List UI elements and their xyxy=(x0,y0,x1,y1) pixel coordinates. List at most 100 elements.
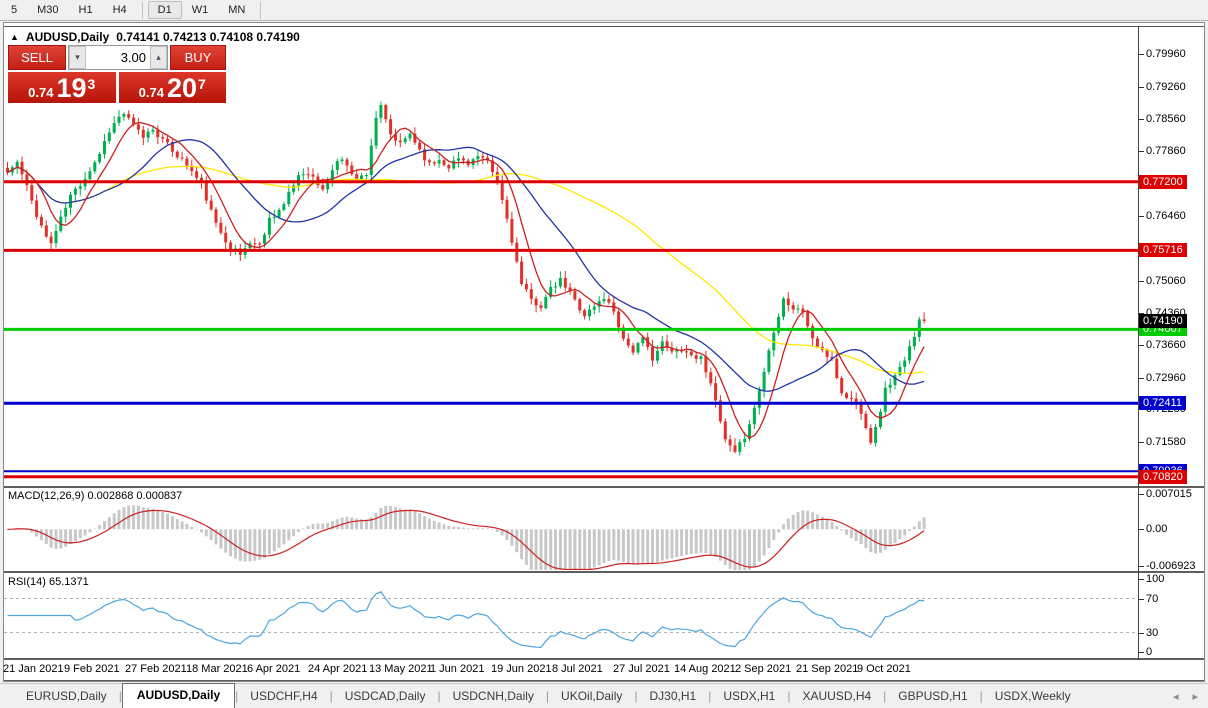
price-tick-0.71580: 0.71580 xyxy=(1146,436,1186,448)
chart-tab-usdx-weekly[interactable]: USDX,Weekly xyxy=(983,685,1083,708)
axis-tick-mark xyxy=(1139,442,1144,443)
buy-button[interactable]: BUY xyxy=(170,45,226,70)
timeframe-button-d1[interactable]: D1 xyxy=(148,1,182,19)
window-bottom-border xyxy=(4,680,1204,681)
chart-tab-usdx-h1[interactable]: USDX,H1 xyxy=(711,685,787,708)
timeframe-button-h1[interactable]: H1 xyxy=(69,1,103,19)
price-tick-0.73660: 0.73660 xyxy=(1146,339,1186,351)
toolbar-separator xyxy=(142,2,143,19)
date-label-9-oct-2021: 9 Oct 2021 xyxy=(857,663,911,675)
date-label-27-jul-2021: 27 Jul 2021 xyxy=(613,663,670,675)
chart-tab-usdchf-h4[interactable]: USDCHF,H4 xyxy=(238,685,329,708)
chart-tab-usdcad-daily[interactable]: USDCAD,Daily xyxy=(333,685,438,708)
level-price-label-0.75716: 0.75716 xyxy=(1139,243,1187,257)
buy-price-display[interactable]: 0.74207 xyxy=(119,72,227,103)
level-price-label-0.72411: 0.72411 xyxy=(1139,396,1186,410)
sell-price-sup: 3 xyxy=(88,76,96,92)
axis-tick-mark xyxy=(1139,119,1144,120)
chart-title: ▲ AUDUSD,Daily 0.74141 0.74213 0.74108 0… xyxy=(10,30,300,44)
chart-tab-gbpusd-h1[interactable]: GBPUSD,H1 xyxy=(886,685,979,708)
chart-tab-audusd-daily[interactable]: AUDUSD,Daily xyxy=(122,683,235,708)
date-label-21-jan-2021: 21 Jan 2021 xyxy=(3,663,64,675)
axis-tick-mark xyxy=(1139,566,1144,567)
date-label-1-jun-2021: 1 Jun 2021 xyxy=(430,663,484,675)
chart-symbol-label: AUDUSD,Daily xyxy=(26,30,109,44)
volume-spinner: ▾ 3.00 ▴ xyxy=(68,45,168,70)
macd-tick-0.00: 0.00 xyxy=(1146,523,1167,535)
macd-tick--0.006923: -0.006923 xyxy=(1146,560,1196,572)
buy-price-sup: 7 xyxy=(198,76,206,92)
axis-tick-mark xyxy=(1139,633,1144,634)
chart-tab-dj30-h1[interactable]: DJ30,H1 xyxy=(638,685,709,708)
date-axis-separator xyxy=(4,658,1204,660)
price-tick-0.75060: 0.75060 xyxy=(1146,275,1186,287)
axis-tick-mark xyxy=(1139,579,1144,580)
date-label-27-feb-2021: 27 Feb 2021 xyxy=(125,663,187,675)
axis-tick-mark xyxy=(1139,494,1144,495)
axis-tick-mark xyxy=(1139,151,1144,152)
level-price-label-0.70820: 0.70820 xyxy=(1139,470,1187,484)
rsi-label: RSI(14) 65.1371 xyxy=(8,576,89,588)
axis-tick-mark xyxy=(1139,281,1144,282)
tabs-navigation: ◂ ▸ xyxy=(1173,690,1198,703)
timeframe-button-5[interactable]: 5 xyxy=(1,1,27,19)
price-tick-0.79960: 0.79960 xyxy=(1146,48,1186,60)
one-click-trading-panel: SELL ▾ 3.00 ▴ BUY 0.74193 0.74207 xyxy=(8,45,226,103)
price-tick-0.72960: 0.72960 xyxy=(1146,372,1186,384)
timeframe-toolbar: 5M30H1H4 D1W1MN xyxy=(0,0,1208,21)
axis-tick-mark xyxy=(1139,599,1144,600)
timeframe-button-w1[interactable]: W1 xyxy=(182,1,219,19)
macd-tick-0.007015: 0.007015 xyxy=(1146,488,1192,500)
rsi-tick-30: 30 xyxy=(1146,627,1158,639)
axis-tick-mark xyxy=(1139,54,1144,55)
price-tick-0.77860: 0.77860 xyxy=(1146,145,1186,157)
price-tick-0.79260: 0.79260 xyxy=(1146,81,1186,93)
tabs-scroll-left-icon[interactable]: ◂ xyxy=(1173,690,1179,703)
tabs-scroll-right-icon[interactable]: ▸ xyxy=(1192,690,1198,703)
chart-tabs-bar: EURUSD,Daily|AUDUSD,Daily|USDCHF,H4|USDC… xyxy=(0,683,1208,708)
buy-price-prefix: 0.74 xyxy=(139,84,164,101)
timeframe-button-m30[interactable]: M30 xyxy=(27,1,68,19)
collapse-trade-panel-icon[interactable]: ▲ xyxy=(10,32,19,42)
date-label-2-sep-2021: 2 Sep 2021 xyxy=(735,663,791,675)
chart-tab-usdcnh-daily[interactable]: USDCNH,Daily xyxy=(441,685,546,708)
date-label-19-jun-2021: 19 Jun 2021 xyxy=(491,663,552,675)
date-label-18-mar-2021: 18 Mar 2021 xyxy=(186,663,248,675)
chart-tab-eurusd-daily[interactable]: EURUSD,Daily xyxy=(14,685,119,708)
volume-decrease-button[interactable]: ▾ xyxy=(69,46,86,69)
sell-button[interactable]: SELL xyxy=(8,45,66,70)
macd-label: MACD(12,26,9) 0.002868 0.000837 xyxy=(8,490,182,502)
axis-tick-mark xyxy=(1139,652,1144,653)
axis-tick-mark xyxy=(1139,345,1144,346)
timeframe-button-mn[interactable]: MN xyxy=(218,1,255,19)
sell-price-display[interactable]: 0.74193 xyxy=(8,72,116,103)
date-label-9-feb-2021: 9 Feb 2021 xyxy=(64,663,120,675)
timeframe-button-h4[interactable]: H4 xyxy=(103,1,137,19)
rsi-indicator-canvas[interactable] xyxy=(4,573,1138,658)
current-price-label: 0.74190 xyxy=(1139,314,1187,328)
rsi-tick-100: 100 xyxy=(1146,573,1164,585)
sell-price-big: 19 xyxy=(56,76,86,101)
toolbar-separator xyxy=(260,2,261,19)
date-label-14-aug-2021: 14 Aug 2021 xyxy=(674,663,736,675)
axis-tick-mark xyxy=(1139,378,1144,379)
date-label-21-sep-2021: 21 Sep 2021 xyxy=(796,663,858,675)
chart-tab-xauusd-h4[interactable]: XAUUSD,H4 xyxy=(790,685,883,708)
chart-tab-ukoil-daily[interactable]: UKOil,Daily xyxy=(549,685,634,708)
price-tick-0.78560: 0.78560 xyxy=(1146,113,1186,125)
level-price-label-0.77200: 0.77200 xyxy=(1139,175,1187,189)
volume-input[interactable]: 3.00 xyxy=(86,46,150,69)
date-label-24-apr-2021: 24 Apr 2021 xyxy=(308,663,367,675)
sell-price-prefix: 0.74 xyxy=(28,84,53,101)
chart-ohlc-values: 0.74141 0.74213 0.74108 0.74190 xyxy=(116,30,300,44)
axis-tick-mark xyxy=(1139,216,1144,217)
price-tick-0.76460: 0.76460 xyxy=(1146,210,1186,222)
rsi-tick-70: 70 xyxy=(1146,593,1158,605)
price-axis-line xyxy=(1138,26,1139,660)
axis-tick-mark xyxy=(1139,529,1144,530)
buy-price-big: 20 xyxy=(167,76,197,101)
date-label-13-may-2021: 13 May 2021 xyxy=(369,663,433,675)
date-label-6-apr-2021: 6 Apr 2021 xyxy=(247,663,300,675)
volume-increase-button[interactable]: ▴ xyxy=(150,46,167,69)
axis-tick-mark xyxy=(1139,87,1144,88)
